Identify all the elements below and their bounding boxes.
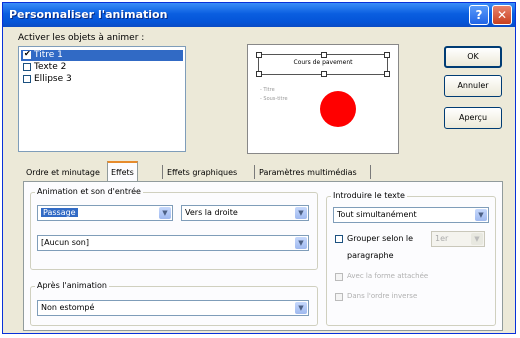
title-bar[interactable]: Personnaliser l'animation ? ✕ bbox=[3, 3, 515, 27]
objects-list[interactable]: ✔ Titre 1 Texte 2 Ellipse 3 bbox=[18, 46, 186, 152]
tab-ordre-minutage[interactable]: Ordre et minutage bbox=[23, 164, 103, 181]
preview-bullet: - Titre bbox=[260, 87, 275, 93]
sound-select[interactable]: [Aucun son] ▼ bbox=[37, 235, 309, 251]
attached-shape-label: Avec la forme attachée bbox=[347, 272, 429, 280]
tab-divider bbox=[254, 165, 255, 179]
text-mode-value: Tout simultanément bbox=[337, 210, 417, 219]
effect-select[interactable]: Passage ▼ bbox=[37, 205, 173, 221]
preview-title-text: Cours de pavement bbox=[293, 59, 353, 66]
group-level-select[interactable]: 1er ▼ bbox=[431, 231, 485, 247]
after-animation-group: Après l'animation Non estompé ▼ bbox=[30, 281, 318, 326]
help-icon: ? bbox=[475, 8, 483, 22]
help-button[interactable]: ? bbox=[469, 5, 489, 25]
introduce-text-group: Introduire le texte Tout simultanément ▼… bbox=[326, 191, 496, 326]
close-icon: ✕ bbox=[496, 8, 508, 22]
preview-title-frame: Cours de pavement bbox=[256, 52, 390, 77]
after-animation-label: Après l'animation bbox=[35, 281, 109, 290]
preview-bullet: - Sous-titre bbox=[260, 96, 288, 102]
list-item[interactable]: Ellipse 3 bbox=[34, 74, 72, 84]
list-item[interactable]: Titre 1 bbox=[34, 50, 63, 60]
check-icon: ✔ bbox=[24, 49, 31, 58]
preview-button[interactable]: Aperçu bbox=[444, 107, 502, 129]
group-level-value: 1er bbox=[435, 234, 449, 243]
chevron-down-icon[interactable]: ▼ bbox=[471, 233, 483, 245]
tab-effets-graphiques[interactable]: Effets graphiques bbox=[164, 164, 240, 181]
tab-effets[interactable]: Effets bbox=[107, 161, 138, 181]
chevron-down-icon[interactable]: ▼ bbox=[295, 237, 307, 249]
reverse-order-label: Dans l'ordre inverse bbox=[347, 292, 418, 300]
tab-divider bbox=[370, 165, 371, 179]
objects-label: Activer les objets à animer : bbox=[18, 33, 145, 43]
chevron-down-icon[interactable]: ▼ bbox=[159, 207, 171, 219]
after-animation-value: Non estompé bbox=[41, 303, 95, 312]
list-item[interactable]: Texte 2 bbox=[34, 62, 66, 72]
attached-shape-checkbox[interactable] bbox=[335, 273, 343, 281]
sound-value: [Aucun son] bbox=[41, 238, 89, 247]
object-checkbox-titre[interactable]: ✔ bbox=[23, 49, 31, 59]
direction-select[interactable]: Vers la droite ▼ bbox=[181, 205, 309, 221]
object-checkbox-texte[interactable] bbox=[23, 63, 31, 71]
reverse-order-checkbox[interactable] bbox=[335, 293, 343, 301]
cancel-button[interactable]: Annuler bbox=[444, 75, 502, 97]
tab-parametres-multimedias[interactable]: Paramètres multimédias bbox=[256, 164, 360, 181]
introduce-text-label: Introduire le texte bbox=[331, 191, 407, 200]
dialog-window: Personnaliser l'animation ? ✕ Activer le… bbox=[2, 2, 516, 334]
chevron-down-icon[interactable]: ▼ bbox=[295, 302, 307, 314]
preview-ellipse bbox=[320, 91, 356, 127]
close-button[interactable]: ✕ bbox=[492, 5, 512, 25]
effect-value: Passage bbox=[41, 208, 78, 217]
animation-group: Animation et son d'entrée Passage ▼ Vers… bbox=[30, 187, 318, 270]
ok-button[interactable]: OK bbox=[444, 46, 502, 68]
object-checkbox-ellipse[interactable] bbox=[23, 75, 31, 83]
chevron-down-icon[interactable]: ▼ bbox=[295, 207, 307, 219]
direction-value: Vers la droite bbox=[185, 208, 238, 217]
effects-panel: Animation et son d'entrée Passage ▼ Vers… bbox=[23, 181, 503, 331]
after-animation-select[interactable]: Non estompé ▼ bbox=[37, 300, 309, 316]
paragraph-label: paragraphe bbox=[347, 251, 394, 260]
animation-group-label: Animation et son d'entrée bbox=[35, 187, 143, 196]
group-by-checkbox[interactable] bbox=[335, 235, 343, 243]
text-mode-select[interactable]: Tout simultanément ▼ bbox=[333, 207, 489, 223]
chevron-down-icon[interactable]: ▼ bbox=[475, 209, 487, 221]
tab-divider bbox=[162, 165, 163, 179]
dialog-title: Personnaliser l'animation bbox=[9, 8, 168, 21]
group-by-label: Grouper selon le bbox=[347, 234, 414, 243]
slide-preview: Cours de pavement - Titre - Sous-titre bbox=[247, 44, 399, 154]
